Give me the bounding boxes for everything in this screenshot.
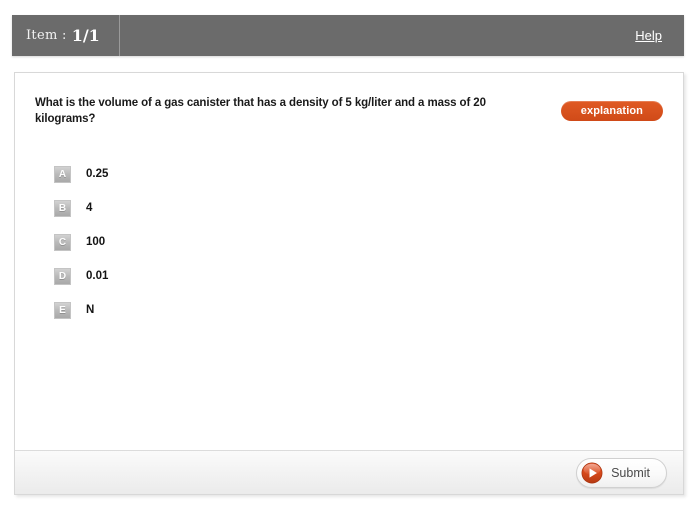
quiz-header-bar: Item : 1/1 Help — [12, 15, 684, 56]
answer-options-list: A 0.25 B 4 C 100 D 0.01 E N — [35, 157, 663, 327]
question-panel: What is the volume of a gas canister tha… — [14, 72, 684, 495]
option-letter-badge-e[interactable]: E — [54, 301, 71, 319]
question-row: What is the volume of a gas canister tha… — [35, 95, 663, 127]
answer-option-d[interactable]: D 0.01 — [35, 259, 663, 293]
option-letter-badge-c[interactable]: C — [54, 233, 71, 251]
header-spacer — [120, 15, 635, 56]
option-text-d[interactable]: 0.01 — [86, 270, 108, 282]
answer-option-e[interactable]: E N — [35, 293, 663, 327]
answer-option-b[interactable]: B 4 — [35, 191, 663, 225]
submit-button[interactable]: Submit — [576, 457, 667, 488]
help-link[interactable]: Help — [635, 15, 684, 56]
option-letter-badge-d[interactable]: D — [54, 267, 71, 285]
option-text-a[interactable]: 0.25 — [86, 168, 108, 180]
option-text-e[interactable]: N — [86, 304, 94, 316]
option-text-b[interactable]: 4 — [86, 202, 92, 214]
question-area: What is the volume of a gas canister tha… — [15, 73, 683, 450]
help-link-label[interactable]: Help — [635, 28, 662, 43]
option-text-c[interactable]: 100 — [86, 236, 105, 248]
item-counter-value: 1/1 — [71, 26, 100, 45]
explanation-button[interactable]: explanation — [560, 101, 663, 122]
submit-button-label: Submit — [611, 465, 650, 480]
option-letter-badge-b[interactable]: B — [54, 199, 71, 217]
play-circle-icon — [581, 462, 603, 483]
option-letter-badge-a[interactable]: A — [54, 165, 71, 183]
question-text: What is the volume of a gas canister tha… — [35, 97, 486, 126]
answer-option-c[interactable]: C 100 — [35, 225, 663, 259]
item-counter: Item : 1/1 — [12, 15, 120, 56]
panel-footer: Submit — [15, 450, 683, 494]
item-counter-label: Item : — [26, 28, 67, 43]
answer-option-a[interactable]: A 0.25 — [35, 157, 663, 191]
